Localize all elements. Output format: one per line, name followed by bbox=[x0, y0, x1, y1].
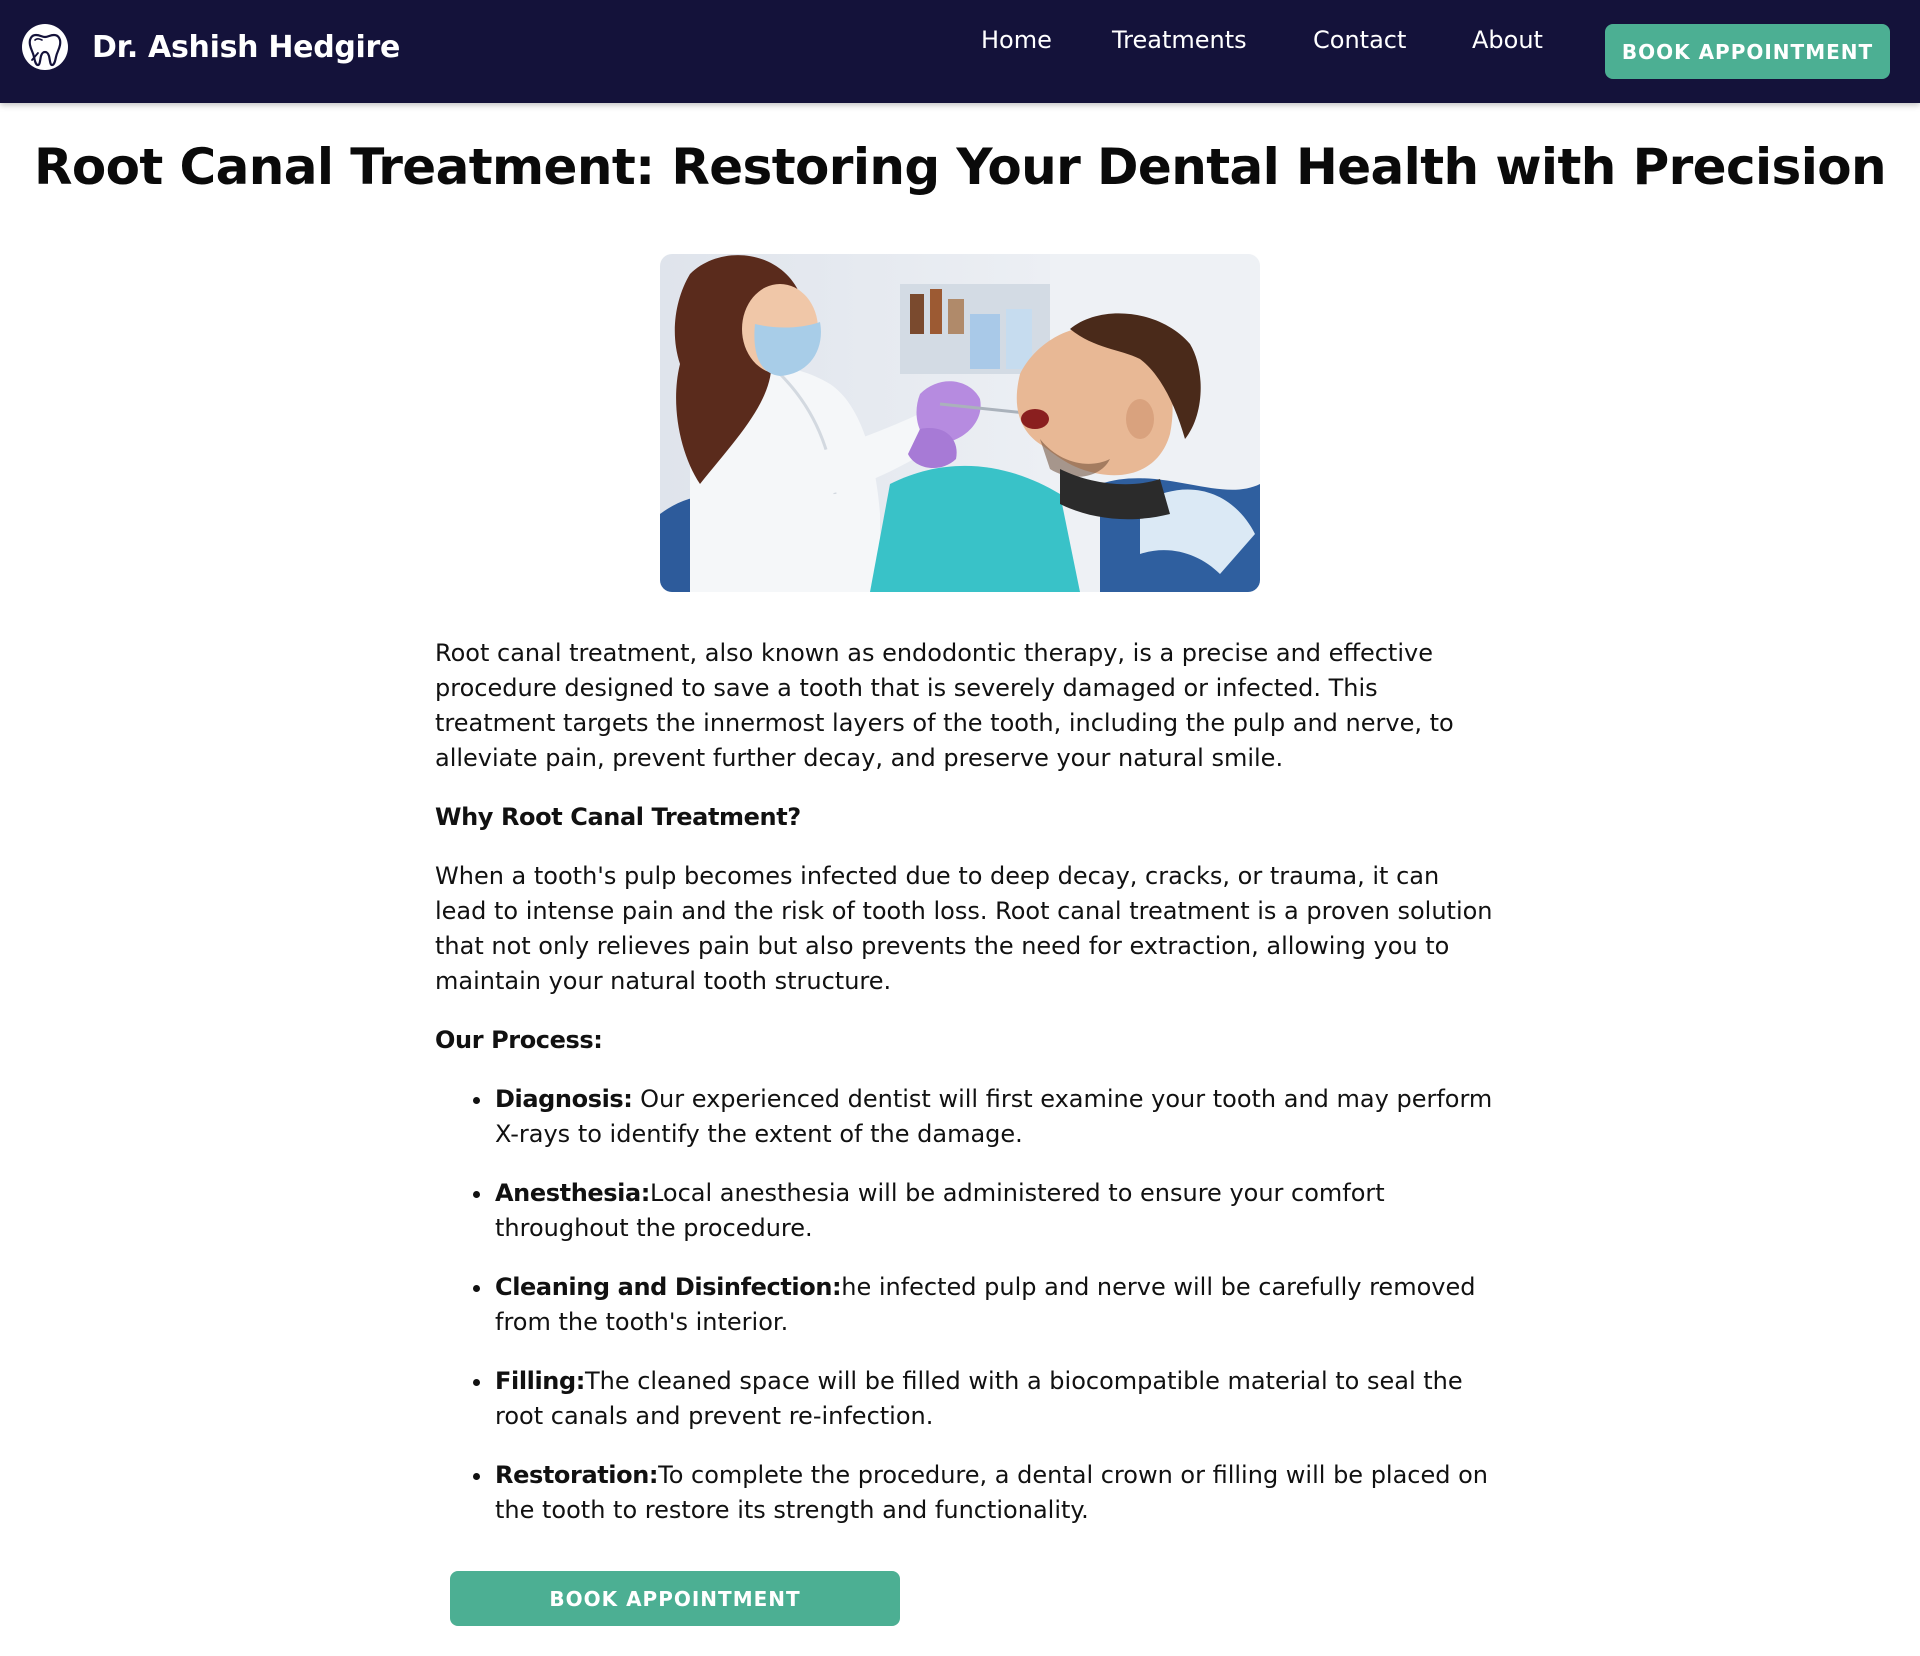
why-heading: Why Root Canal Treatment? bbox=[435, 803, 801, 831]
nav-home[interactable]: Home bbox=[981, 26, 1052, 54]
page-title: Root Canal Treatment: Restoring Your Den… bbox=[33, 138, 1887, 196]
list-item: Anesthesia:Local anesthesia will be admi… bbox=[473, 1176, 1495, 1246]
dentist-treating-patient-illustration bbox=[660, 254, 1260, 592]
nav-treatments[interactable]: Treatments bbox=[1112, 26, 1247, 54]
tooth-icon bbox=[22, 24, 68, 70]
step-title: Diagnosis: bbox=[495, 1085, 633, 1113]
book-appointment-button[interactable]: BOOK APPOINTMENT bbox=[1605, 24, 1890, 79]
step-text: Our experienced dentist will first exami… bbox=[495, 1085, 1493, 1148]
hero-image bbox=[660, 254, 1260, 592]
process-heading: Our Process: bbox=[435, 1026, 603, 1054]
step-title: Cleaning and Disinfection: bbox=[495, 1273, 842, 1301]
list-item: Restoration:To complete the procedure, a… bbox=[473, 1458, 1495, 1528]
intro-paragraph: Root canal treatment, also known as endo… bbox=[435, 639, 1454, 772]
step-text: The cleaned space will be filled with a … bbox=[495, 1367, 1463, 1430]
step-title: Filling: bbox=[495, 1367, 585, 1395]
why-paragraph: When a tooth's pulp becomes infected due… bbox=[435, 862, 1493, 995]
book-appointment-bottom-button[interactable]: BOOK APPOINTMENT bbox=[450, 1571, 900, 1626]
list-item: Cleaning and Disinfection:he infected pu… bbox=[473, 1270, 1495, 1340]
brand-link[interactable]: Dr. Ashish Hedgire bbox=[20, 22, 400, 72]
top-navbar: Dr. Ashish Hedgire Home Treatments Conta… bbox=[0, 0, 1920, 103]
nav-about[interactable]: About bbox=[1472, 26, 1543, 54]
list-item: Filling:The cleaned space will be filled… bbox=[473, 1364, 1495, 1434]
step-title: Anesthesia: bbox=[495, 1179, 650, 1207]
step-title: Restoration: bbox=[495, 1461, 659, 1489]
brand-name: Dr. Ashish Hedgire bbox=[92, 29, 401, 65]
article-content: Root canal treatment, also known as endo… bbox=[435, 636, 1495, 1552]
list-item: Diagnosis: Our experienced dentist will … bbox=[473, 1082, 1495, 1152]
nav-contact[interactable]: Contact bbox=[1313, 26, 1406, 54]
process-steps-list: Diagnosis: Our experienced dentist will … bbox=[435, 1082, 1495, 1528]
